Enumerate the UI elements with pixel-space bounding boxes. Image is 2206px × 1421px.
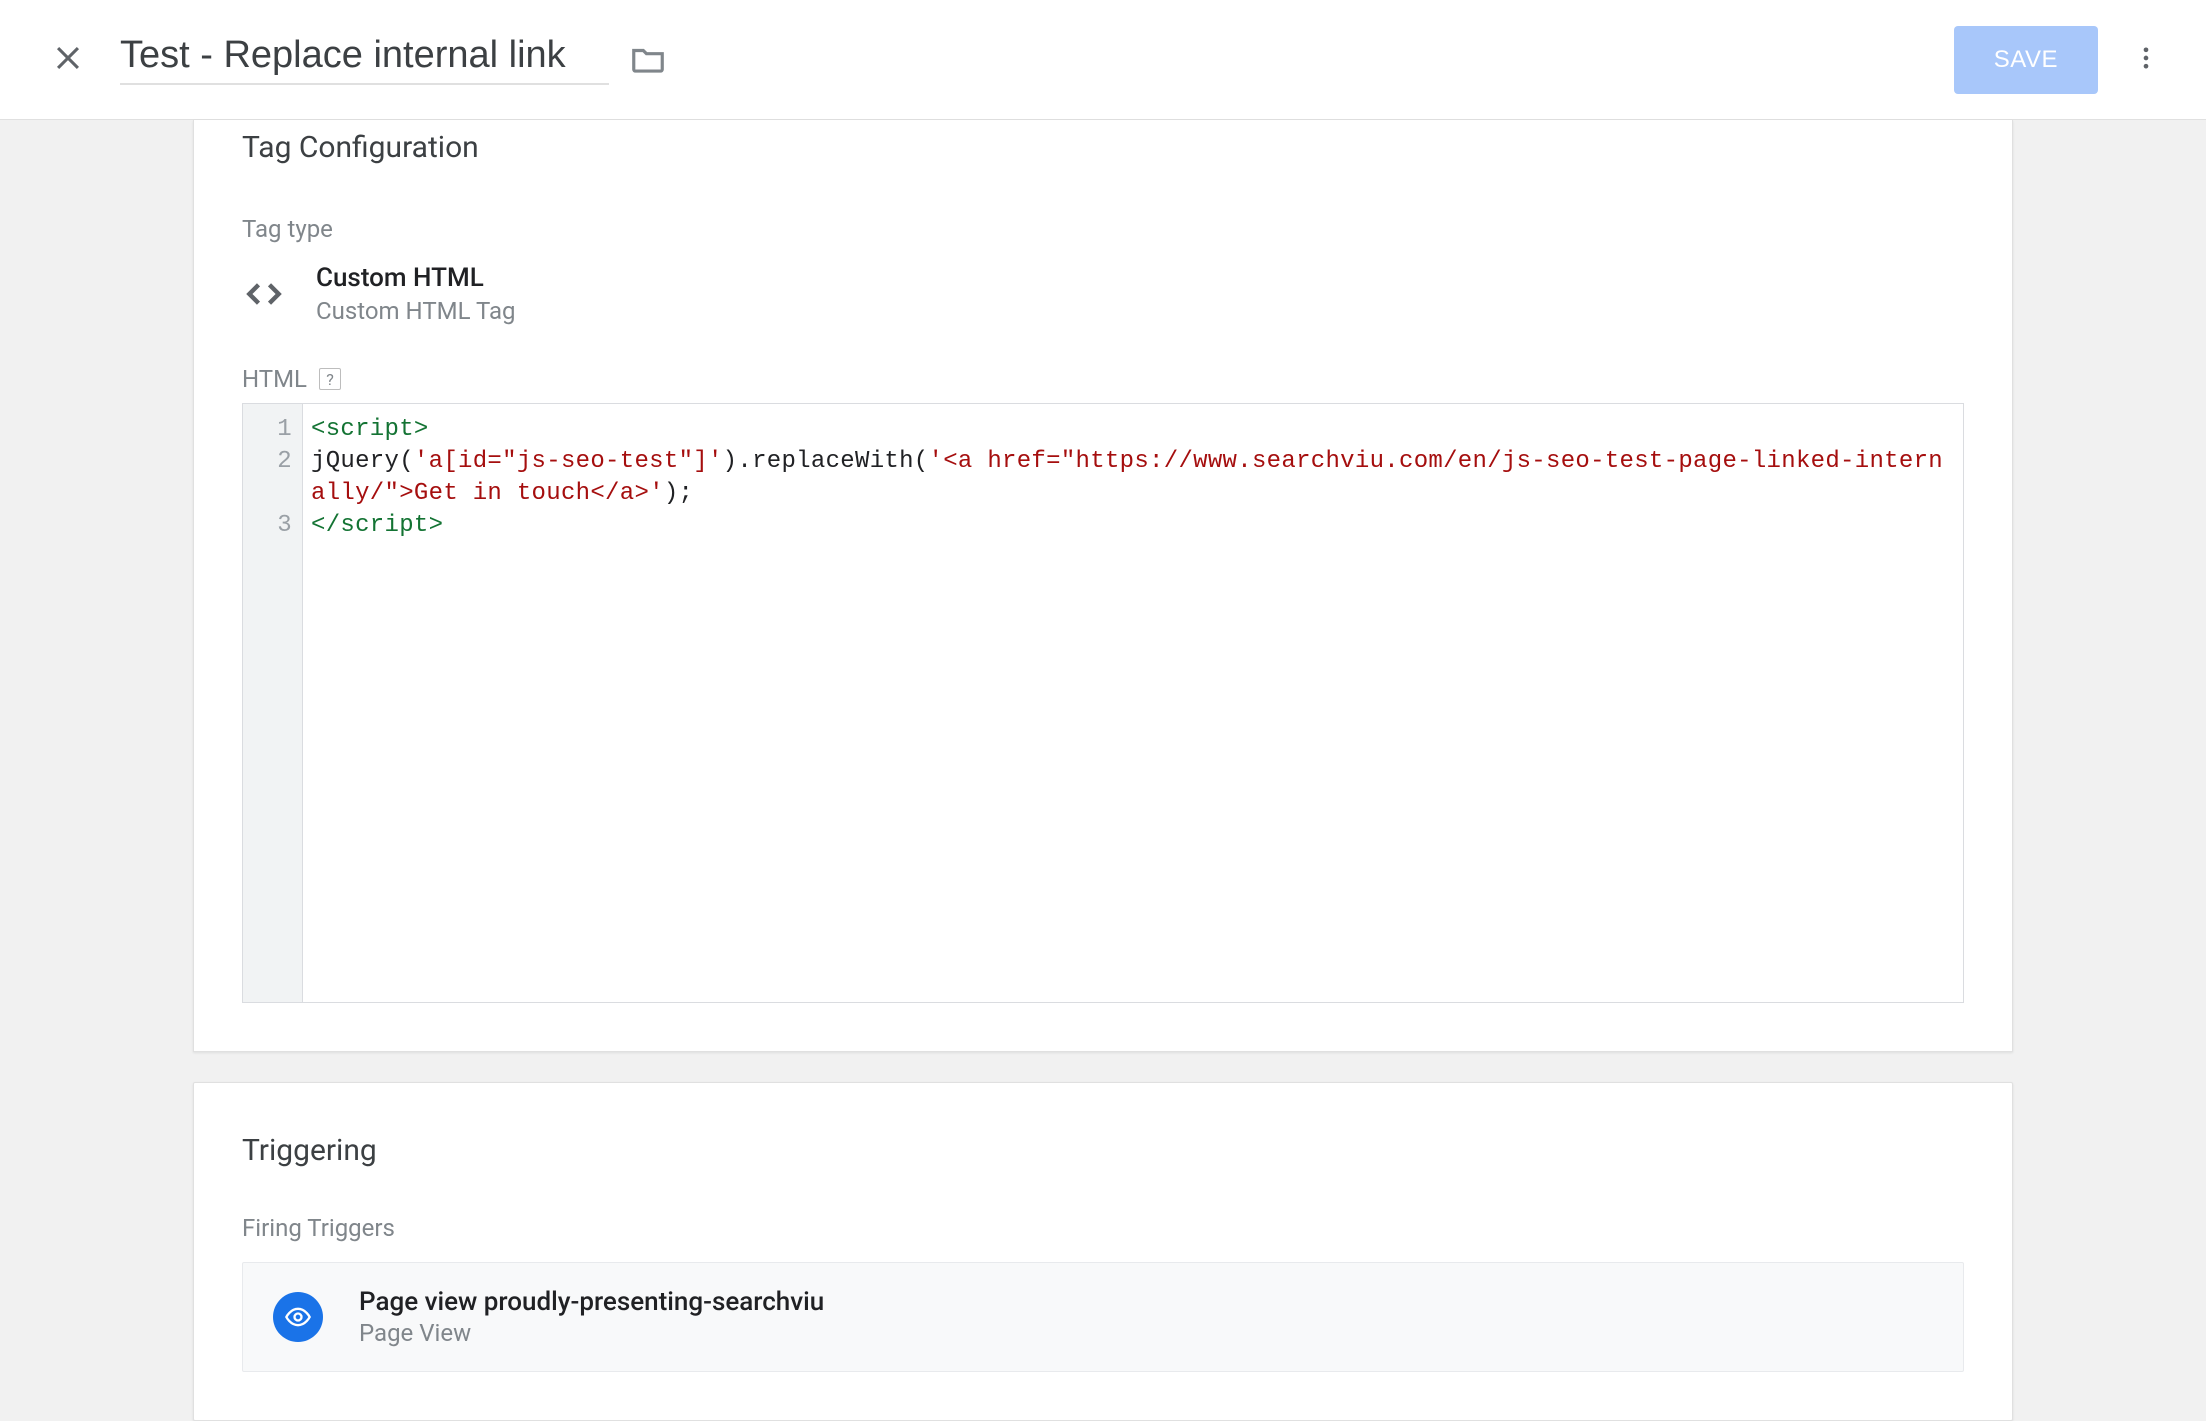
tag-type-label: Tag type (242, 215, 1964, 243)
tag-type-name: Custom HTML (316, 263, 516, 293)
line-number-blank (243, 478, 292, 510)
tag-type-sub: Custom HTML Tag (316, 297, 516, 325)
pageview-icon (273, 1292, 323, 1342)
close-button[interactable] (48, 40, 88, 80)
editor-code[interactable]: <script> jQuery('a[id="js-seo-test"]').r… (303, 404, 1963, 1002)
trigger-sub: Page View (359, 1319, 824, 1347)
tag-type-text: Custom HTML Custom HTML Tag (316, 263, 516, 325)
code-token: ).replaceWith( (723, 448, 929, 475)
folder-icon[interactable] (629, 41, 667, 79)
code-token: ); (664, 480, 693, 507)
line-number: 3 (243, 510, 292, 542)
header-actions: SAVE (1954, 26, 2166, 94)
save-button[interactable]: SAVE (1954, 26, 2098, 94)
trigger-name: Page view proudly-presenting-searchviu (359, 1287, 824, 1317)
code-token: jQuery( (311, 448, 414, 475)
firing-trigger-row[interactable]: Page view proudly-presenting-searchviu P… (242, 1262, 1964, 1372)
title-area (120, 34, 667, 85)
triggering-panel[interactable]: Triggering Firing Triggers Page view pro… (193, 1082, 2013, 1421)
content: Tag Configuration Tag type Custom HTML C… (0, 120, 2206, 1421)
tag-configuration-panel[interactable]: Tag Configuration Tag type Custom HTML C… (193, 120, 2013, 1052)
tag-type-row[interactable]: Custom HTML Custom HTML Tag (242, 263, 1964, 325)
html-field-label: HTML (242, 365, 307, 393)
html-label-row: HTML ? (242, 365, 1964, 393)
editor-gutter: 1 2 3 (243, 404, 303, 1002)
trigger-text: Page view proudly-presenting-searchviu P… (359, 1287, 824, 1347)
more-vert-icon (2132, 44, 2160, 76)
help-icon[interactable]: ? (319, 368, 341, 390)
section-title-triggering: Triggering (242, 1123, 1964, 1168)
header-bar: SAVE (0, 0, 2206, 120)
html-code-editor[interactable]: 1 2 3 <script> jQuery('a[id="js-seo-test… (242, 403, 1964, 1003)
code-token: <script> (311, 416, 429, 443)
code-token: </script> (311, 512, 443, 539)
code-token: 'a[id="js-seo-test"]' (414, 448, 723, 475)
line-number: 1 (243, 414, 292, 446)
tag-name-input[interactable] (120, 34, 609, 85)
more-menu-button[interactable] (2126, 40, 2166, 80)
line-number: 2 (243, 446, 292, 478)
code-icon (242, 272, 286, 316)
close-icon (51, 41, 85, 79)
firing-triggers-label: Firing Triggers (242, 1214, 1964, 1242)
section-title-tag-config: Tag Configuration (242, 120, 1964, 165)
